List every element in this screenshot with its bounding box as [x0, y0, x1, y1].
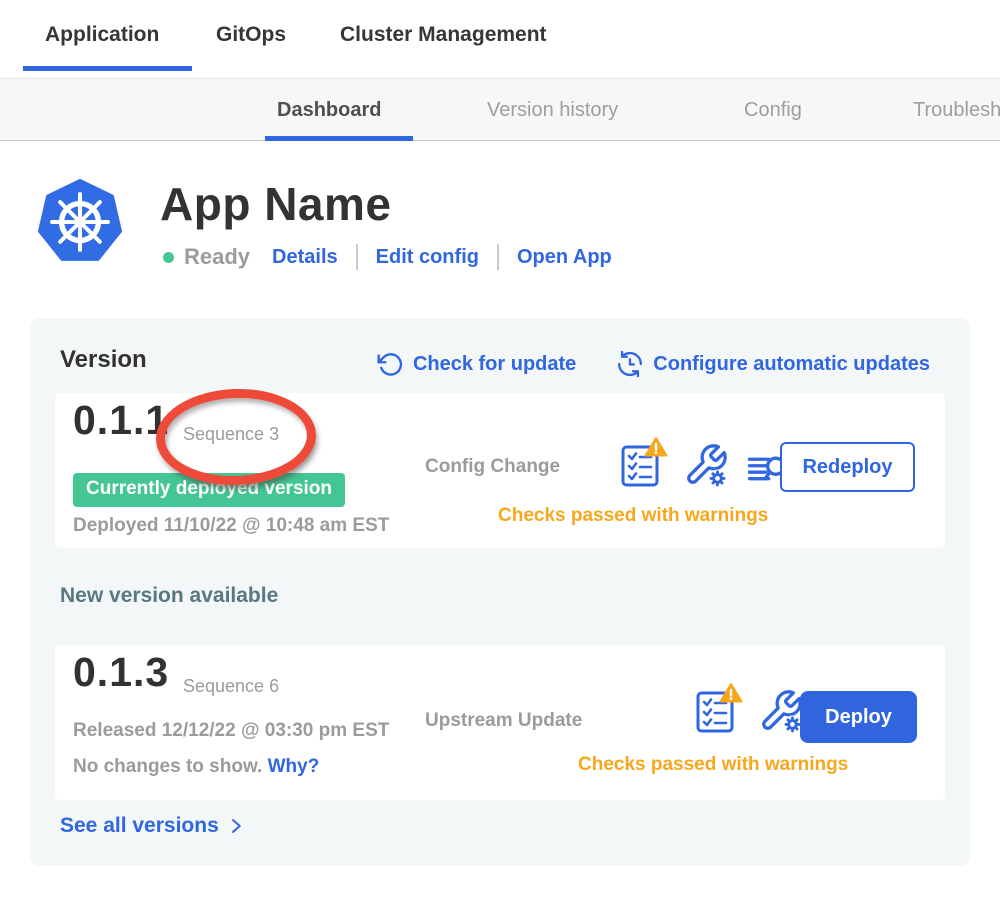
admin-console-page: Application GitOps Cluster Management Da… [0, 0, 1000, 898]
tab-dashboard[interactable]: Dashboard [277, 99, 381, 122]
app-status-row: Ready Details Edit config Open App [163, 242, 612, 272]
details-link[interactable]: Details [272, 246, 338, 269]
active-tab-underline [23, 66, 192, 71]
version-action-icons [620, 437, 790, 489]
status-dot-icon [163, 252, 174, 263]
checks-status-text: Checks passed with warnings [578, 754, 848, 776]
currently-deployed-badge: Currently deployed version [73, 473, 345, 507]
preflight-checklist-warning-icon [620, 437, 668, 489]
status-badge: Ready [184, 244, 250, 270]
version-card: Version Check for update Configure autom… [30, 318, 970, 866]
wrench-gear-icon [683, 441, 729, 489]
edit-config-link[interactable]: Edit config [376, 246, 479, 269]
configure-automatic-updates-link[interactable]: Configure automatic updates [616, 350, 930, 378]
kubernetes-logo-icon [35, 174, 125, 270]
preflight-checks-button[interactable] [620, 437, 668, 489]
version-source-label: Upstream Update [425, 710, 582, 732]
preflight-checks-button[interactable] [695, 683, 743, 735]
deploy-button[interactable]: Deploy [800, 691, 917, 743]
tab-gitops[interactable]: GitOps [216, 23, 286, 47]
checks-status-text: Checks passed with warnings [498, 505, 768, 527]
why-link[interactable]: Why? [268, 756, 320, 778]
available-version-row: 0.1.3 Sequence 6 Released 12/12/22 @ 03:… [55, 645, 945, 800]
tab-config[interactable]: Config [744, 99, 802, 122]
deployed-version-number: 0.1.1 [73, 397, 169, 444]
active-subtab-underline [265, 136, 413, 141]
refresh-icon [377, 351, 404, 378]
check-for-update-label: Check for update [413, 353, 576, 376]
tab-cluster-management[interactable]: Cluster Management [340, 23, 547, 47]
configure-automatic-updates-label: Configure automatic updates [653, 353, 930, 376]
version-source-label: Config Change [425, 456, 560, 478]
chevron-right-icon [227, 816, 245, 836]
version-actions: Check for update Configure automatic upd… [377, 350, 930, 378]
check-for-update-link[interactable]: Check for update [377, 351, 576, 378]
see-all-versions-label: See all versions [60, 814, 219, 838]
version-action-icons [695, 683, 804, 735]
redeploy-button[interactable]: Redeploy [780, 442, 915, 492]
deployed-timestamp: Deployed 11/10/22 @ 10:48 am EST [73, 515, 389, 537]
page-title: App Name [160, 177, 391, 231]
top-nav: Application GitOps Cluster Management [0, 0, 1000, 78]
released-timestamp: Released 12/12/22 @ 03:30 pm EST [73, 720, 389, 742]
deployed-version-row: 0.1.1 Sequence 3 Currently deployed vers… [55, 393, 945, 548]
see-all-versions-link[interactable]: See all versions [60, 814, 245, 838]
divider [497, 244, 499, 270]
schedule-update-icon [616, 350, 644, 378]
changes-note: No changes to show. Why? [73, 756, 319, 778]
available-version-sequence: Sequence 6 [183, 676, 279, 697]
deployed-version-sequence: Sequence 3 [183, 424, 279, 445]
edit-config-version-button[interactable] [758, 687, 804, 735]
open-app-link[interactable]: Open App [517, 246, 612, 269]
version-section-title: Version [60, 346, 147, 374]
new-version-heading: New version available [60, 584, 278, 608]
tab-troubleshoot[interactable]: Troubleshoot [913, 99, 1000, 122]
tab-version-history[interactable]: Version history [487, 99, 618, 122]
no-changes-text: No changes to show. [73, 756, 262, 777]
wrench-gear-icon [758, 687, 804, 735]
tab-application[interactable]: Application [45, 23, 159, 47]
divider [356, 244, 358, 270]
edit-config-version-button[interactable] [683, 441, 729, 489]
preflight-checklist-warning-icon [695, 683, 743, 735]
sub-nav: Dashboard Version history Config Trouble… [0, 78, 1000, 141]
available-version-number: 0.1.3 [73, 649, 169, 696]
